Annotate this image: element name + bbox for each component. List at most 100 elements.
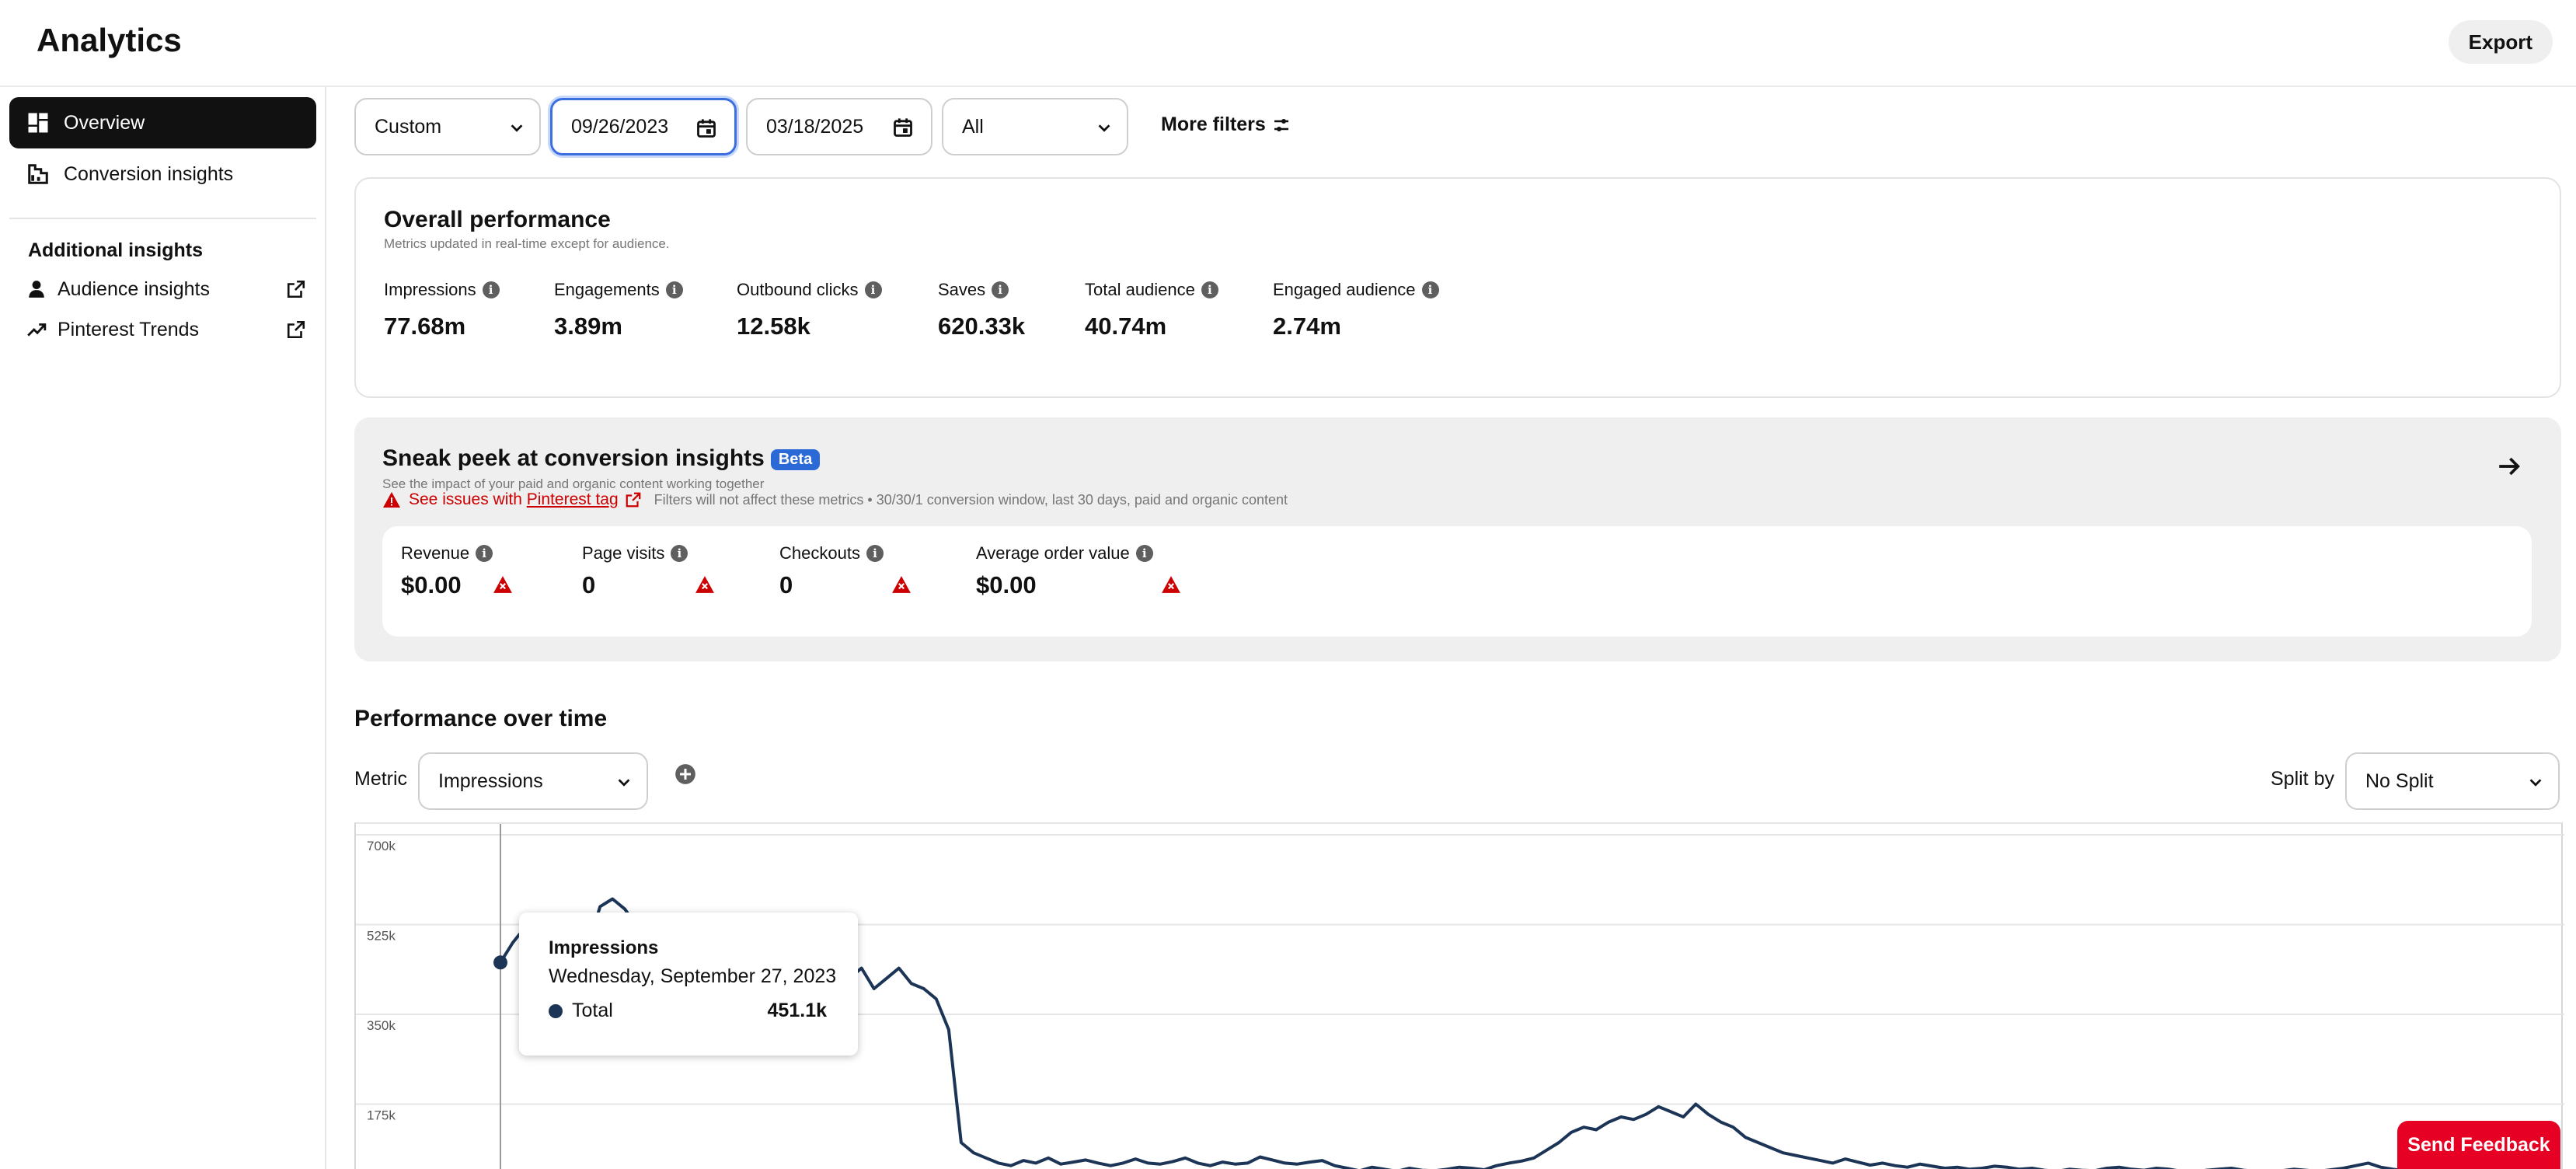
info-icon[interactable]: i — [671, 545, 688, 562]
end-date-value: 03/18/2025 — [766, 115, 864, 138]
metric-engaged-audience: Engaged audience i 2.74m — [1273, 280, 1439, 340]
overall-performance-card: Overall performance Metrics updated in r… — [354, 177, 2561, 398]
metric-select[interactable]: Impressions — [418, 752, 648, 810]
chevron-down-icon — [618, 779, 630, 787]
sidebar-link-label: Pinterest Trends — [58, 318, 200, 340]
export-button[interactable]: Export — [2448, 20, 2553, 64]
info-icon[interactable]: i — [1201, 281, 1218, 298]
y-tick-label: 350k — [367, 1018, 396, 1033]
sidebar-item-label: Overview — [64, 111, 145, 134]
beta-badge: Beta — [770, 448, 821, 470]
metric-label: Engaged audience — [1273, 280, 1416, 299]
tag-issue-row: See issues with Pinterest tag Filters wi… — [382, 490, 1288, 509]
person-icon — [26, 279, 47, 299]
tag-issue-prefix: See issues with — [409, 490, 527, 508]
sidebar-link-audience-insights[interactable]: Audience insights — [26, 272, 306, 306]
overall-performance-subtitle: Metrics updated in real-time except for … — [384, 236, 670, 251]
sidebar: Overview Conversion insights Additional … — [0, 87, 326, 1169]
warning-icon[interactable] — [695, 574, 715, 595]
more-filters-button[interactable]: More filters — [1161, 113, 1291, 136]
dashboard-icon — [26, 111, 50, 134]
warning-icon[interactable] — [891, 574, 912, 595]
metric-value: 2.74m — [1273, 312, 1341, 340]
send-feedback-button[interactable]: Send Feedback — [2397, 1121, 2560, 1169]
info-icon[interactable]: i — [482, 281, 500, 298]
content-type-select[interactable]: All — [942, 98, 1128, 155]
sidebar-link-label: Audience insights — [58, 277, 210, 300]
split-by-label: Split by — [2271, 768, 2334, 790]
metric-engagements: Engagements i 3.89m — [554, 280, 683, 340]
conversion-sneak-peek-card[interactable]: Sneak peek at conversion insights Beta Se… — [354, 417, 2561, 661]
metric-label: Outbound clicks — [737, 280, 859, 299]
split-by-value: No Split — [2365, 769, 2434, 792]
metric-value: $0.00 — [401, 571, 462, 598]
tooltip-value: 451.1k — [767, 1000, 827, 1021]
metric-value: 620.33k — [938, 312, 1026, 340]
add-metric-icon[interactable] — [675, 763, 696, 785]
metric-value: 40.74m — [1085, 312, 1167, 340]
metric-value: 77.68m — [384, 312, 466, 340]
chevron-down-icon — [2529, 779, 2542, 787]
y-tick-label: 525k — [367, 929, 396, 944]
metric-label: Checkouts — [779, 543, 860, 563]
metric-label: Page visits — [582, 543, 665, 563]
start-date-field[interactable]: 09/26/2023 — [550, 98, 737, 155]
arrow-right-icon[interactable] — [2496, 453, 2522, 480]
metric-revenue: Revenue i $0.00 — [401, 543, 493, 599]
metric-value: $0.00 — [976, 571, 1037, 598]
pinterest-tag-link[interactable]: Pinterest tag — [527, 490, 619, 508]
metric-value: 0 — [582, 571, 596, 598]
sidebar-link-pinterest-trends[interactable]: Pinterest Trends — [26, 312, 306, 347]
tooltip-date: Wednesday, September 27, 2023 — [549, 965, 837, 987]
end-date-field[interactable]: 03/18/2025 — [746, 98, 932, 155]
info-icon[interactable]: i — [864, 281, 882, 298]
info-icon[interactable]: i — [665, 281, 683, 298]
tag-issue-text: See issues with Pinterest tag — [409, 490, 619, 509]
hovered-data-point[interactable] — [493, 955, 507, 970]
metric-value: 3.89m — [554, 312, 622, 340]
tooltip-metric: Impressions — [549, 937, 659, 958]
metric-label: Saves — [938, 280, 986, 299]
sidebar-item-conversion-insights[interactable]: Conversion insights — [9, 148, 316, 200]
split-by-select[interactable]: No Split — [2345, 752, 2560, 810]
content-type-value: All — [962, 115, 984, 138]
metric-select-value: Impressions — [438, 769, 543, 792]
top-bar: Analytics Export — [0, 0, 2576, 87]
info-icon[interactable]: i — [1135, 545, 1153, 562]
calendar-icon[interactable] — [695, 117, 717, 139]
metric-checkouts: Checkouts i 0 — [779, 543, 884, 599]
tooltip-series-dot — [549, 1004, 563, 1018]
info-icon[interactable]: i — [992, 281, 1009, 298]
conversion-note: Filters will not affect these metrics • … — [654, 491, 1288, 508]
metric-average-order-value: Average order value i $0.00 — [976, 543, 1153, 599]
tooltip-series-name: Total — [572, 1000, 613, 1021]
metric-value: 12.58k — [737, 312, 810, 340]
performance-over-time-title: Performance over time — [354, 706, 608, 731]
metric-impressions: Impressions i 77.68m — [384, 280, 500, 340]
metric-value: 0 — [779, 571, 793, 598]
y-tick-label: 175k — [367, 1108, 396, 1123]
metric-saves: Saves i 620.33k — [938, 280, 1025, 340]
metric-label: Average order value — [976, 543, 1130, 563]
metric-label: Total audience — [1085, 280, 1195, 299]
sidebar-divider — [9, 218, 316, 219]
info-icon[interactable]: i — [476, 545, 493, 562]
page-title: Analytics — [37, 22, 182, 58]
warning-icon[interactable] — [493, 574, 513, 595]
info-icon[interactable]: i — [866, 545, 884, 562]
date-range-select[interactable]: Custom — [354, 98, 541, 155]
metric-total-audience: Total audience i 40.74m — [1085, 280, 1218, 340]
external-link-icon — [286, 319, 306, 340]
conversion-icon — [26, 162, 50, 186]
sidebar-item-overview[interactable]: Overview — [9, 97, 316, 148]
metric-outbound-clicks: Outbound clicks i 12.58k — [737, 280, 882, 340]
external-link-icon[interactable] — [625, 491, 642, 508]
calendar-icon[interactable] — [892, 117, 914, 138]
sneak-peek-title: Sneak peek at conversion insights Beta — [382, 445, 821, 472]
chevron-down-icon — [511, 124, 523, 132]
more-filters-label: More filters — [1161, 113, 1266, 135]
warning-icon — [383, 492, 400, 508]
overall-performance-title: Overall performance — [384, 207, 611, 232]
info-icon[interactable]: i — [1421, 281, 1439, 298]
warning-icon[interactable] — [1161, 574, 1181, 595]
